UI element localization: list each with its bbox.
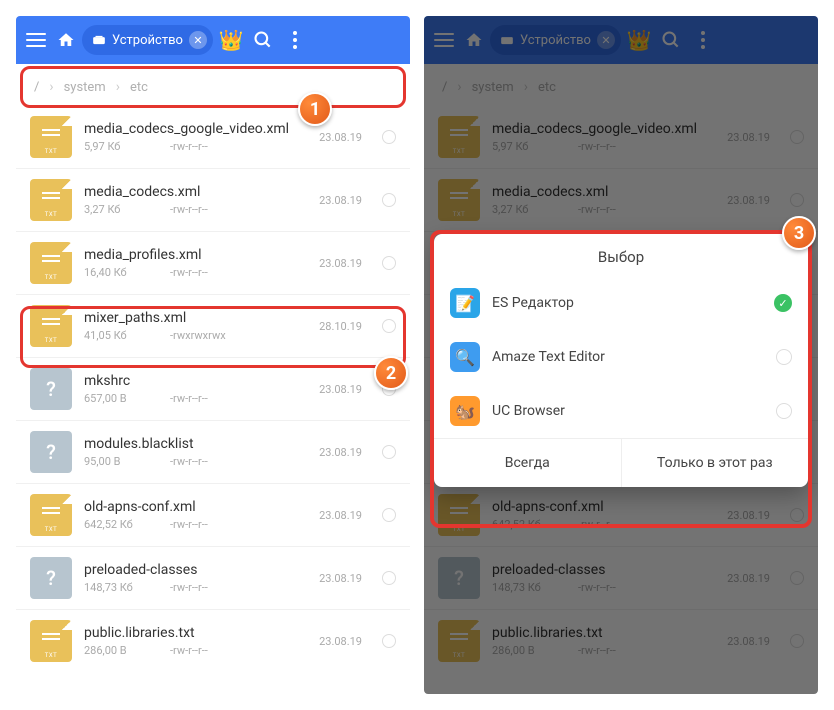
menu-icon[interactable] xyxy=(22,26,50,54)
callout-badge-3: 3 xyxy=(782,216,816,250)
crumb-system[interactable]: system xyxy=(64,80,106,95)
dialog-title: Выбор xyxy=(434,234,808,276)
screen-file-list: Устройство ✕ 👑 / › system › etc 1 media_… xyxy=(16,16,410,694)
amaze-editor-icon: 🔍 xyxy=(450,342,480,372)
dialog-option-uc[interactable]: 🐿️ UC Browser xyxy=(434,384,808,438)
file-permissions: -rw-r--r-- xyxy=(170,455,208,468)
file-size: 5,97 Кб xyxy=(84,140,140,153)
file-permissions: -rw-r--r-- xyxy=(170,140,208,153)
file-permissions: -rwxrwxrwx xyxy=(170,329,226,342)
file-row[interactable]: modules.blacklist 95,00 B -rw-r--r-- 23.08… xyxy=(16,420,410,483)
select-radio[interactable] xyxy=(382,130,396,144)
screen-dialog: Устройство ✕ 👑 / › system › etc media_co… xyxy=(424,16,818,694)
select-radio[interactable] xyxy=(382,256,396,270)
select-radio[interactable] xyxy=(382,634,396,648)
file-date: 23.08.19 xyxy=(308,572,362,585)
search-icon[interactable] xyxy=(249,30,277,50)
file-name: public.libraries.txt xyxy=(84,625,296,641)
uc-browser-icon: 🐿️ xyxy=(450,396,480,426)
file-row[interactable]: preloaded-classes 148,73 Кб -rw-r--r-- 23.… xyxy=(16,546,410,609)
file-date: 23.08.19 xyxy=(308,635,362,648)
file-name: old-apns-conf.xml xyxy=(84,499,296,515)
file-row-highlighted[interactable]: mixer_paths.xml 41,05 Кб -rwxrwxrwx 28.10.… xyxy=(16,294,410,357)
file-date: 23.08.19 xyxy=(308,509,362,522)
file-size: 657,00 B xyxy=(84,392,140,405)
more-icon[interactable] xyxy=(281,31,309,49)
file-name: mkshrc xyxy=(84,373,296,389)
option-label: Amaze Text Editor xyxy=(492,349,764,365)
file-name: media_codecs_google_video.xml xyxy=(84,121,296,137)
es-editor-icon: 📝 xyxy=(450,288,480,318)
breadcrumb[interactable]: / › system › etc xyxy=(20,68,406,106)
always-button[interactable]: Всегда xyxy=(434,439,621,487)
radio-unchecked xyxy=(776,349,792,365)
file-row[interactable]: media_codecs.xml 3,27 Кб -rw-r--r-- 23.08.… xyxy=(16,168,410,231)
file-size: 41,05 Кб xyxy=(84,329,140,342)
file-name: media_profiles.xml xyxy=(84,247,296,263)
check-icon: ✓ xyxy=(774,294,792,312)
file-size: 642,52 Кб xyxy=(84,518,140,531)
home-icon[interactable] xyxy=(54,31,78,49)
topbar: Устройство ✕ 👑 xyxy=(16,16,410,64)
file-row[interactable]: media_profiles.xml 16,40 Кб -rw-r--r-- 23.… xyxy=(16,231,410,294)
file-size: 148,73 Кб xyxy=(84,581,140,594)
file-row[interactable]: media_codecs_google_video.xml 5,97 Кб -rw-… xyxy=(16,106,410,168)
txt-file-icon xyxy=(30,494,72,536)
select-radio[interactable] xyxy=(382,193,396,207)
crown-icon[interactable]: 👑 xyxy=(217,28,245,52)
open-with-dialog: Выбор 📝 ES Редактор ✓ 🔍 Amaze Text Edito… xyxy=(434,234,808,487)
select-radio[interactable] xyxy=(382,319,396,333)
once-button[interactable]: Только в этот раз xyxy=(621,439,809,487)
callout-badge-2: 2 xyxy=(374,356,408,390)
unknown-file-icon xyxy=(30,368,72,410)
tab-label: Устройство xyxy=(112,33,183,48)
file-list: media_codecs_google_video.xml 5,97 Кб -rw-… xyxy=(16,106,410,672)
file-date: 23.08.19 xyxy=(308,131,362,144)
file-date: 23.08.19 xyxy=(308,257,362,270)
file-date: 23.08.19 xyxy=(308,446,362,459)
file-permissions: -rw-r--r-- xyxy=(170,203,208,216)
txt-file-icon xyxy=(30,620,72,662)
file-name: mixer_paths.xml xyxy=(84,310,296,326)
chevron-right-icon: › xyxy=(116,79,120,95)
file-size: 16,40 Кб xyxy=(84,266,140,279)
txt-file-icon xyxy=(30,116,72,158)
dialog-option-amaze[interactable]: 🔍 Amaze Text Editor xyxy=(434,330,808,384)
select-radio[interactable] xyxy=(382,571,396,585)
select-radio[interactable] xyxy=(382,445,396,459)
location-tab[interactable]: Устройство ✕ xyxy=(82,25,213,55)
radio-unchecked xyxy=(776,403,792,419)
unknown-file-icon xyxy=(30,431,72,473)
file-permissions: -rw-r--r-- xyxy=(170,518,208,531)
dialog-option-es[interactable]: 📝 ES Редактор ✓ xyxy=(434,276,808,330)
file-date: 28.10.19 xyxy=(308,320,362,333)
file-name: media_codecs.xml xyxy=(84,184,296,200)
file-permissions: -rw-r--r-- xyxy=(170,644,208,657)
file-size: 286,00 B xyxy=(84,644,140,657)
file-permissions: -rw-r--r-- xyxy=(170,392,208,405)
option-label: UC Browser xyxy=(492,403,764,419)
crumb-root[interactable]: / xyxy=(34,80,39,95)
option-label: ES Редактор xyxy=(492,295,762,311)
txt-file-icon xyxy=(30,179,72,221)
file-row[interactable]: public.libraries.txt 286,00 B -rw-r--r-- 2… xyxy=(16,609,410,672)
txt-file-icon xyxy=(30,305,72,347)
crumb-etc[interactable]: etc xyxy=(130,80,148,95)
file-size: 95,00 B xyxy=(84,455,140,468)
file-name: modules.blacklist xyxy=(84,436,296,452)
tab-close-icon[interactable]: ✕ xyxy=(189,31,207,49)
file-date: 23.08.19 xyxy=(308,194,362,207)
callout-badge-1: 1 xyxy=(298,92,332,126)
file-name: preloaded-classes xyxy=(84,562,296,578)
txt-file-icon xyxy=(30,242,72,284)
chevron-right-icon: › xyxy=(49,79,53,95)
file-date: 23.08.19 xyxy=(308,383,362,396)
file-row[interactable]: mkshrc 657,00 B -rw-r--r-- 23.08.19 xyxy=(16,357,410,420)
unknown-file-icon xyxy=(30,557,72,599)
file-permissions: -rw-r--r-- xyxy=(170,266,208,279)
file-size: 3,27 Кб xyxy=(84,203,140,216)
file-row[interactable]: old-apns-conf.xml 642,52 Кб -rw-r--r-- 23.… xyxy=(16,483,410,546)
file-permissions: -rw-r--r-- xyxy=(170,581,208,594)
select-radio[interactable] xyxy=(382,508,396,522)
